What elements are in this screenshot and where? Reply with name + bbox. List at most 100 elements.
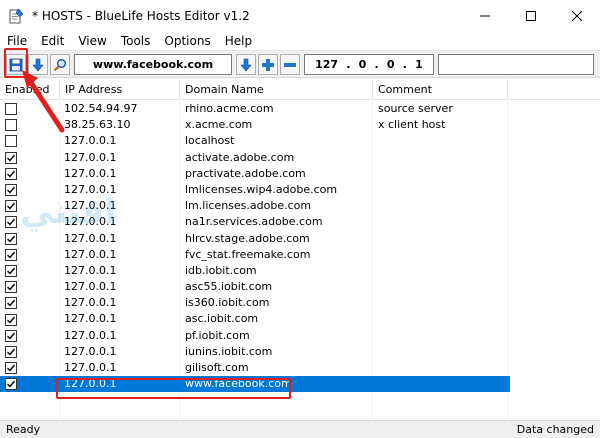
close-button[interactable] [554,0,600,31]
domain-cell: practivate.adobe.com [185,166,306,180]
ip-octet-4: 1 [415,58,423,71]
comment-cell [373,328,508,344]
enabled-checkbox[interactable] [5,184,17,197]
column-ip-address[interactable]: IP Address [60,79,180,100]
table-row[interactable]: 38.25.63.10 x.acme.com x client host [0,117,600,133]
comment-cell [373,198,508,214]
move-down-button[interactable] [236,54,256,75]
add-button[interactable] [258,54,278,75]
arrow-down-icon [240,58,252,71]
status-left: Ready [6,423,41,436]
column-domain-name[interactable]: Domain Name [180,79,373,100]
red-arrow-icon [22,70,65,133]
enabled-checkbox[interactable] [5,313,17,326]
check-icon [7,218,16,226]
column-comment[interactable]: Comment [373,79,508,100]
comment-cell [373,263,508,279]
ip-cell: 127.0.0.1 [64,263,117,277]
enabled-cell [0,311,60,327]
check-icon [7,251,16,259]
hosts-table[interactable]: Enabled IP Address Domain Name Comment 1… [0,79,600,420]
table-body: 102.54.94.97 rhino.acme.com source server 3… [0,101,600,393]
enabled-cell [0,295,60,311]
comment-cell: source server [378,102,453,115]
close-icon [572,10,582,21]
table-row[interactable]: 127.0.0.1 asc.iobit.com [0,311,600,327]
table-row[interactable]: 102.54.94.97 rhino.acme.com source server [0,101,600,117]
table-row[interactable]: 127.0.0.1 is360.iobit.com [0,295,600,311]
menu-tools[interactable]: Tools [114,34,158,48]
table-row[interactable]: 127.0.0.1 idb.iobit.com [0,263,600,279]
plus-icon [262,58,274,71]
menu-help[interactable]: Help [218,34,259,48]
table-row[interactable]: 127.0.0.1 practivate.adobe.com [0,166,600,182]
domain-cell: lmlicenses.wip4.adobe.com [185,182,338,196]
ip-octet-1: 127 [315,58,339,71]
menu-options[interactable]: Options [157,34,217,48]
enabled-checkbox[interactable] [5,378,17,391]
domain-cell: pf.iobit.com [185,328,250,342]
enabled-checkbox[interactable] [5,151,17,164]
enabled-cell [0,247,60,263]
check-icon [7,348,16,356]
domain-cell: idb.iobit.com [185,263,257,277]
enabled-checkbox[interactable] [5,200,17,213]
enabled-cell [0,263,60,279]
ip-dot: . [346,58,351,71]
enabled-checkbox[interactable] [5,248,17,261]
comment-cell [373,182,508,198]
ip-cell: 102.54.94.97 [64,102,138,115]
maximize-button[interactable] [508,0,554,31]
table-row[interactable]: 127.0.0.1 gilisoft.com [0,360,600,376]
comment-cell [373,166,508,182]
enabled-checkbox[interactable] [5,135,17,148]
ip-dot: . [402,58,407,71]
ip-cell: 127.0.0.1 [64,166,117,180]
table-row[interactable]: 127.0.0.1 iunins.iobit.com [0,344,600,360]
domain-input[interactable]: www.facebook.com [74,54,232,75]
enabled-checkbox[interactable] [5,264,17,277]
table-row[interactable]: 127.0.0.1 fvc_stat.freemake.com [0,247,600,263]
enabled-cell [0,376,60,392]
menu-view[interactable]: View [71,34,113,48]
table-row[interactable]: 127.0.0.1 pf.iobit.com [0,328,600,344]
domain-cell: iunins.iobit.com [185,344,273,358]
enabled-checkbox[interactable] [5,362,17,375]
domain-cell: na1r.services.adobe.com [185,215,323,229]
table-row[interactable]: 127.0.0.1 asc55.iobit.com [0,279,600,295]
remove-button[interactable] [280,54,300,75]
enabled-checkbox[interactable] [5,232,17,245]
comment-input[interactable] [438,54,594,75]
enabled-checkbox[interactable] [5,329,17,342]
title-bar: * HOSTS - BlueLife Hosts Editor v1.2 [0,0,600,31]
check-icon [7,299,16,307]
comment-cell [373,247,508,263]
enabled-checkbox[interactable] [5,297,17,310]
table-row[interactable]: 127.0.0.1 hlrcv.stage.adobe.com [0,231,600,247]
table-row[interactable]: 127.0.0.1 activate.adobe.com [0,150,600,166]
toolbar: www.facebook.com 127 . 0 . 0 . 1 [0,50,600,78]
minimize-button[interactable] [462,0,508,31]
ip-cell: 127.0.0.1 [64,361,117,374]
enabled-checkbox[interactable] [5,216,17,229]
table-header: Enabled IP Address Domain Name Comment [0,79,600,100]
comment-cell [373,214,508,230]
table-row[interactable]: 127.0.0.1 localhost [0,133,600,149]
enabled-checkbox[interactable] [5,281,17,294]
check-icon [7,202,16,210]
enabled-checkbox[interactable] [5,119,17,132]
menu-edit[interactable]: Edit [34,34,71,48]
ip-cell: 127.0.0.1 [64,134,117,148]
domain-cell: is360.iobit.com [185,296,270,310]
menu-file[interactable]: File [0,34,34,48]
ip-address-field[interactable]: 127 . 0 . 0 . 1 [304,54,434,75]
enabled-checkbox[interactable] [5,345,17,358]
domain-cell: activate.adobe.com [185,150,295,164]
enabled-checkbox[interactable] [5,167,17,180]
enabled-checkbox[interactable] [5,103,17,116]
watermark-logo: اقتني [20,192,116,232]
comment-cell [373,150,508,166]
ip-octet-2: 0 [358,58,367,71]
enabled-cell [0,344,60,360]
ip-cell: 38.25.63.10 [64,118,131,132]
